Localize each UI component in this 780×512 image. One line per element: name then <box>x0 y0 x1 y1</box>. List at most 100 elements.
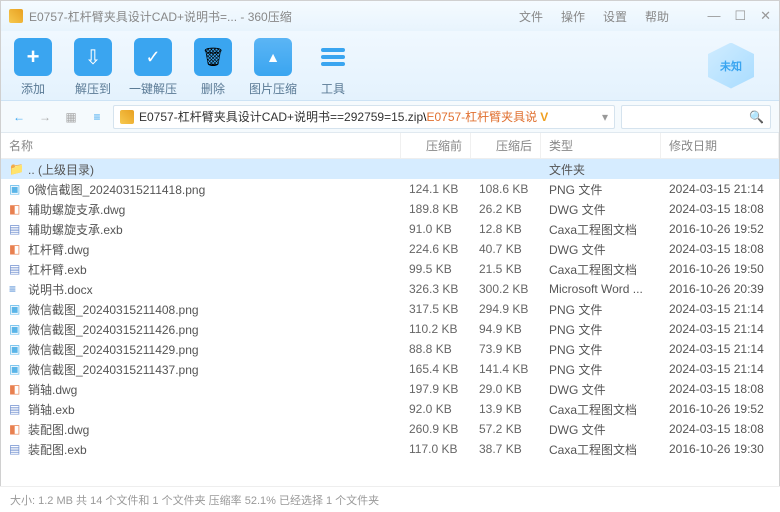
file-row[interactable]: 微信截图_20240315211429.png88.8 KB73.9 KBPNG… <box>1 339 779 359</box>
size-after: 38.7 KB <box>471 442 541 456</box>
file-row[interactable]: 销轴.exb92.0 KB13.9 KBCaxa工程图文档2016-10-26 … <box>1 399 779 419</box>
file-icon <box>9 342 23 356</box>
size-after: 141.4 KB <box>471 362 541 376</box>
file-name: 销轴.dwg <box>28 381 77 398</box>
file-name: 销轴.exb <box>28 401 75 418</box>
col-date[interactable]: 修改日期 <box>661 133 779 158</box>
size-before: 260.9 KB <box>401 422 471 436</box>
size-after: 294.9 KB <box>471 302 541 316</box>
file-row[interactable]: 辅助螺旋支承.exb91.0 KB12.8 KBCaxa工程图文档2016-10… <box>1 219 779 239</box>
app-icon <box>9 9 23 23</box>
file-date: 2024-03-15 21:14 <box>661 302 779 316</box>
file-row[interactable]: 微信截图_20240315211426.png110.2 KB94.9 KBPN… <box>1 319 779 339</box>
col-after[interactable]: 压缩后 <box>471 133 541 158</box>
extract-button[interactable]: 解压到 <box>63 34 123 97</box>
size-after: 108.6 KB <box>471 182 541 196</box>
vip-icon: V <box>540 110 548 124</box>
tools-button[interactable]: 工具 <box>303 34 363 97</box>
search-input[interactable]: 🔍 <box>621 105 771 129</box>
file-name: 微信截图_20240315211408.png <box>28 301 199 318</box>
file-name: 辅助螺旋支承.dwg <box>28 201 125 218</box>
toolbar: 添加 解压到 一键解压 删除 图片压缩 工具 未知 <box>1 31 779 101</box>
file-row[interactable]: 说明书.docx 326.3 KB300.2 KBMicrosoft Word .… <box>1 279 779 299</box>
file-name: 说明书.docx <box>28 281 93 298</box>
back-button[interactable]: ← <box>9 107 29 127</box>
file-type: Caxa工程图文档 <box>541 261 661 278</box>
search-icon: 🔍 <box>749 110 764 124</box>
file-type: PNG 文件 <box>541 321 661 338</box>
size-before: 326.3 KB <box>401 282 471 296</box>
size-after: 73.9 KB <box>471 342 541 356</box>
size-before: 88.8 KB <box>401 342 471 356</box>
file-date: 2024-03-15 21:14 <box>661 342 779 356</box>
file-type: PNG 文件 <box>541 361 661 378</box>
file-date: 2016-10-26 19:52 <box>661 402 779 416</box>
file-row[interactable]: 微信截图_20240315211437.png165.4 KB141.4 KBP… <box>1 359 779 379</box>
archive-icon <box>120 110 134 124</box>
window-title: E0757-杠杆臂夹具设计CAD+说明书=... - 360压缩 <box>29 8 292 25</box>
file-icon <box>9 242 23 256</box>
window-controls: — ☐ ✕ <box>707 8 771 24</box>
file-row[interactable]: 装配图.dwg260.9 KB57.2 KBDWG 文件2024-03-15 1… <box>1 419 779 439</box>
file-row[interactable]: 辅助螺旋支承.dwg189.8 KB26.2 KBDWG 文件2024-03-1… <box>1 199 779 219</box>
col-type[interactable]: 类型 <box>541 133 661 158</box>
file-row[interactable]: 销轴.dwg197.9 KB29.0 KBDWG 文件2024-03-15 18… <box>1 379 779 399</box>
close-button[interactable]: ✕ <box>760 8 771 24</box>
parent-dir-row[interactable]: 📁.. (上级目录) 文件夹 <box>1 159 779 179</box>
oneclick-button[interactable]: 一键解压 <box>123 34 183 97</box>
file-row[interactable]: 0微信截图_20240315211418.png124.1 KB108.6 KB… <box>1 179 779 199</box>
size-before: 117.0 KB <box>401 442 471 456</box>
size-after: 300.2 KB <box>471 282 541 296</box>
add-button[interactable]: 添加 <box>3 34 63 97</box>
file-type: DWG 文件 <box>541 381 661 398</box>
file-icon <box>9 302 23 316</box>
view-list-icon[interactable]: ≡ <box>87 107 107 127</box>
col-before[interactable]: 压缩前 <box>401 133 471 158</box>
menu-operate[interactable]: 操作 <box>561 8 585 25</box>
file-type: DWG 文件 <box>541 201 661 218</box>
size-before: 197.9 KB <box>401 382 471 396</box>
file-icon <box>9 382 23 396</box>
file-name: 杠杆臂.dwg <box>28 241 89 258</box>
size-after: 40.7 KB <box>471 242 541 256</box>
size-before: 189.8 KB <box>401 202 471 216</box>
file-name: 微信截图_20240315211426.png <box>28 321 199 338</box>
file-date: 2016-10-26 20:39 <box>661 282 779 296</box>
menu-bar: 文件 操作 设置 帮助 <box>519 8 669 25</box>
file-icon <box>9 182 23 196</box>
menu-file[interactable]: 文件 <box>519 8 543 25</box>
view-large-icon[interactable]: ▦ <box>61 107 81 127</box>
file-date: 2024-03-15 21:14 <box>661 182 779 196</box>
file-name: 0微信截图_20240315211418.png <box>28 181 205 198</box>
navbar: ← → ▦ ≡ E0757-杠杆臂夹具设计CAD+说明书==292759=15.… <box>1 101 779 133</box>
file-icon <box>9 402 23 416</box>
size-after: 12.8 KB <box>471 222 541 236</box>
file-type: DWG 文件 <box>541 421 661 438</box>
file-row[interactable]: 装配图.exb117.0 KB38.7 KBCaxa工程图文档2016-10-2… <box>1 439 779 459</box>
file-date: 2024-03-15 18:08 <box>661 422 779 436</box>
menu-help[interactable]: 帮助 <box>645 8 669 25</box>
extract-icon <box>74 38 112 76</box>
path-input[interactable]: E0757-杠杆臂夹具设计CAD+说明书==292759=15.zip\E075… <box>113 105 615 129</box>
file-icon <box>9 362 23 376</box>
file-name: 微信截图_20240315211429.png <box>28 341 199 358</box>
file-row[interactable]: 微信截图_20240315211408.png317.5 KB294.9 KBP… <box>1 299 779 319</box>
menu-settings[interactable]: 设置 <box>603 8 627 25</box>
col-name[interactable]: 名称 <box>1 133 401 158</box>
file-icon <box>9 442 23 456</box>
size-after: 21.5 KB <box>471 262 541 276</box>
path-dropdown-icon[interactable]: ▾ <box>602 110 608 124</box>
image-compress-button[interactable]: 图片压缩 <box>243 34 303 97</box>
file-type: Microsoft Word ... <box>541 282 661 296</box>
file-date: 2024-03-15 18:08 <box>661 242 779 256</box>
delete-button[interactable]: 删除 <box>183 34 243 97</box>
file-row[interactable]: 杠杆臂.exb99.5 KB21.5 KBCaxa工程图文档2016-10-26… <box>1 259 779 279</box>
file-date: 2016-10-26 19:30 <box>661 442 779 456</box>
maximize-button[interactable]: ☐ <box>734 8 746 24</box>
file-name: 装配图.dwg <box>28 421 89 438</box>
file-date: 2024-03-15 18:08 <box>661 382 779 396</box>
forward-button[interactable]: → <box>35 107 55 127</box>
minimize-button[interactable]: — <box>707 8 720 24</box>
file-type: Caxa工程图文档 <box>541 221 661 238</box>
file-row[interactable]: 杠杆臂.dwg224.6 KB40.7 KBDWG 文件2024-03-15 1… <box>1 239 779 259</box>
